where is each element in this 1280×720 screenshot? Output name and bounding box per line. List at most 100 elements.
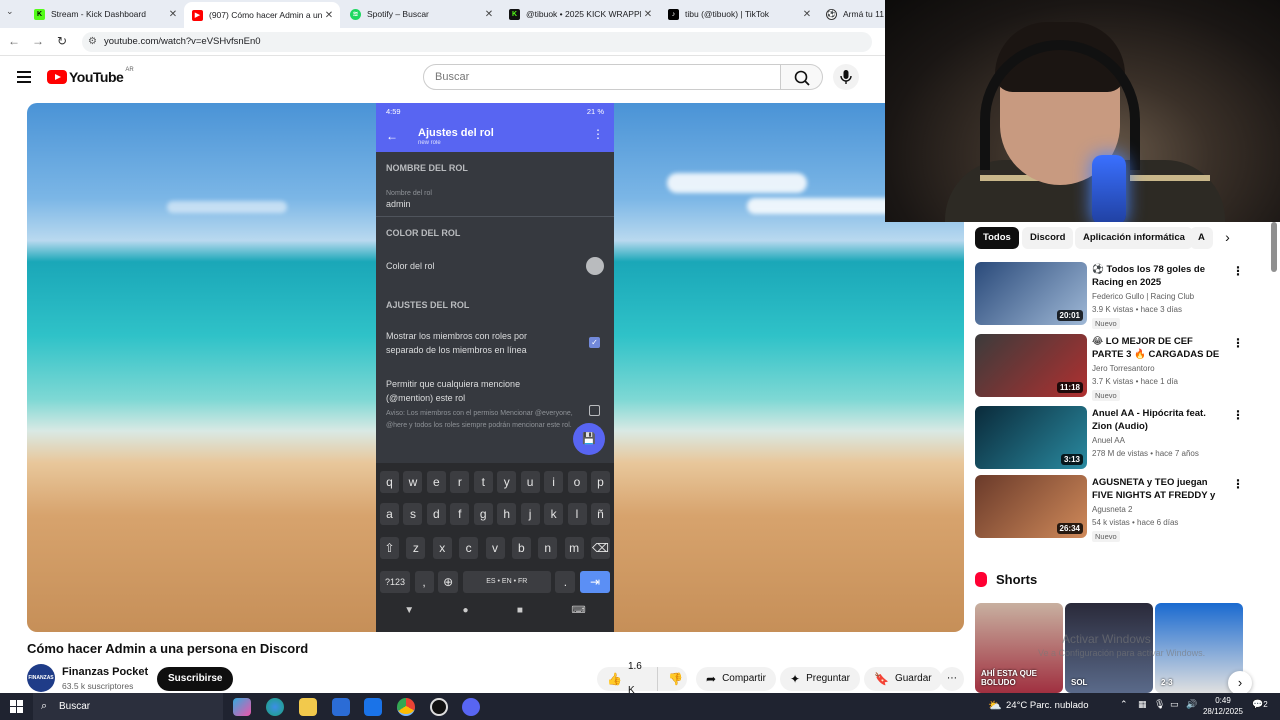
video-thumbnail[interactable]: 3:13 — [975, 406, 1087, 469]
kick-favicon-icon: K — [34, 8, 45, 20]
video-duration: 3:13 — [1060, 454, 1083, 465]
more-vert-icon[interactable]: ⋮ — [1232, 336, 1244, 350]
rec-channel[interactable]: Agusneta 2 — [1092, 505, 1132, 514]
tab-tiktok[interactable]: ♪ tibu (@tibuok) | TikTok ✕ — [660, 3, 818, 25]
rec-channel[interactable]: Jero Torresantoro — [1092, 364, 1155, 373]
video-player[interactable]: 4:59 21 % ← Ajustes del rol new role ⋮ N… — [27, 103, 964, 632]
tab-kick-wrapped[interactable]: K @tibuok • 2025 KICK WRAPPED ✕ — [501, 3, 659, 25]
save-label: Guardar — [894, 673, 932, 684]
clock[interactable]: 0:49 28/12/2025 — [1200, 695, 1246, 717]
recommended-video[interactable]: 20:01 ⚽ Todos los 78 goles de Racing en 2… — [975, 262, 1245, 329]
more-actions-button[interactable]: ⋯ — [940, 667, 964, 691]
more-horiz-icon: ⋯ — [947, 673, 957, 684]
obs-icon[interactable] — [430, 698, 448, 716]
recommended-video[interactable]: 3:13 Anuel AA - Hipócrita feat. Zion (Aud… — [975, 406, 1245, 470]
rec-title[interactable]: ⚽ Todos los 78 goles de Racing en 2025 — [1092, 263, 1222, 289]
video-thumbnail[interactable]: 11:18 — [975, 334, 1087, 397]
edge-icon[interactable] — [266, 698, 284, 716]
tab-list-chevron-icon[interactable]: ⌄ — [6, 6, 14, 17]
save-button[interactable]: 🔖 Guardar — [864, 667, 942, 691]
rec-channel[interactable]: Federico Gullo | Racing Club — [1092, 292, 1194, 301]
bookmark-icon: 🔖 — [874, 672, 889, 686]
close-tab-icon[interactable]: ✕ — [322, 10, 336, 21]
phone-battery: 21 % — [586, 107, 604, 116]
windows-start-icon[interactable] — [10, 700, 23, 713]
subscribe-button[interactable]: Suscribirse — [157, 667, 234, 691]
more-vert-icon[interactable]: ⋮ — [1232, 408, 1244, 422]
key: f — [450, 503, 470, 525]
chrome-icon[interactable] — [397, 698, 415, 716]
key: j — [520, 503, 540, 525]
hamburger-menu-icon[interactable] — [17, 71, 31, 83]
close-tab-icon[interactable]: ✕ — [641, 9, 655, 20]
chip-todos[interactable]: Todos — [975, 227, 1019, 249]
nav-home-icon: ● — [462, 605, 469, 616]
key: ⇧ — [380, 537, 399, 559]
copilot-icon[interactable] — [233, 698, 251, 716]
weather-text[interactable]: 24°C Parc. nublado — [1006, 700, 1089, 711]
channel-name[interactable]: Finanzas Pocket — [62, 666, 148, 678]
role-color-section: COLOR DEL ROL — [386, 228, 461, 238]
reload-icon[interactable]: ↻ — [53, 34, 71, 48]
key: ⌫ — [591, 537, 610, 559]
short-caption: SOL — [1071, 678, 1088, 687]
rec-title[interactable]: AGUSNETA y TEO juegan FIVE NIGHTS AT FRE… — [1092, 476, 1222, 502]
rec-title[interactable]: 😂 LO MEJOR DE CEF PARTE 3 🔥 CARGADAS DE … — [1092, 335, 1222, 361]
checkbox-unchecked-icon — [589, 405, 600, 416]
key: u — [520, 471, 540, 493]
mic-tray-icon[interactable]: 🎙 — [1154, 699, 1165, 710]
url-text: youtube.com/watch?v=eVSHvfsnEn0 — [104, 36, 261, 47]
mail-icon[interactable] — [364, 698, 382, 716]
chip-discord[interactable]: Discord — [1022, 227, 1074, 249]
search-input[interactable]: Buscar — [423, 64, 781, 90]
back-icon[interactable]: ← — [5, 34, 23, 48]
more-vert-icon[interactable]: ⋮ — [1232, 264, 1244, 278]
video-thumbnail[interactable]: 26:34 — [975, 475, 1087, 538]
ask-button[interactable]: ✦ Preguntar — [780, 667, 860, 691]
discord-icon[interactable] — [462, 698, 480, 716]
more-vert-icon[interactable]: ⋮ — [1232, 477, 1244, 491]
page-scrollbar[interactable] — [1271, 222, 1277, 272]
search-button[interactable] — [781, 64, 823, 90]
tab-spotify[interactable]: ≋ Spotify – Buscar ✕ — [342, 3, 500, 25]
chip-app[interactable]: Aplicación informática — [1075, 227, 1193, 249]
tab-kick-dashboard[interactable]: K Stream - Kick Dashboard ✕ — [26, 3, 184, 25]
store-icon[interactable] — [332, 698, 350, 716]
tray-chevron-icon[interactable]: ⌃ — [1120, 699, 1128, 710]
shorts-heading: Shorts — [975, 572, 1037, 587]
youtube-logo[interactable]: YouTube AR — [47, 67, 134, 85]
notification-icon[interactable]: 💬2 — [1252, 699, 1268, 710]
dislike-button[interactable]: 👎 — [657, 667, 687, 691]
close-tab-icon[interactable]: ✕ — [166, 9, 180, 20]
phone-title: Ajustes del rol — [418, 127, 494, 139]
clock-time: 0:49 — [1215, 696, 1231, 705]
site-info-icon[interactable]: ⚙ — [88, 32, 97, 52]
chip-more[interactable]: A — [1190, 227, 1213, 249]
video-thumbnail[interactable]: 20:01 — [975, 262, 1087, 325]
key: o — [567, 471, 587, 493]
recommended-video[interactable]: 11:18 😂 LO MEJOR DE CEF PARTE 3 🔥 CARGADA… — [975, 334, 1245, 401]
volume-icon[interactable]: 🔊 — [1186, 699, 1197, 710]
share-button[interactable]: ➦ Compartir — [696, 667, 776, 691]
rec-channel[interactable]: Anuel AA — [1092, 436, 1125, 445]
chevron-right-icon[interactable]: › — [1220, 229, 1235, 245]
url-field[interactable]: ⚙ youtube.com/watch?v=eVSHvfsnEn0 — [82, 32, 872, 52]
tab-arma-tu-11[interactable]: ⚽ Armá tu 11 — [818, 3, 885, 25]
taskbar-search[interactable]: ⌕ Buscar — [33, 693, 223, 720]
channel-avatar[interactable]: FINANZAS POCKET — [27, 664, 55, 709]
tab-youtube-video[interactable]: ▶ (907) Cómo hacer Admin a una ✕ — [184, 2, 340, 28]
close-tab-icon[interactable]: ✕ — [800, 9, 814, 20]
close-tab-icon[interactable]: ✕ — [482, 9, 496, 20]
browser-tab-bar: ⌄ K Stream - Kick Dashboard ✕ ▶ (907) Có… — [0, 0, 885, 28]
like-button[interactable]: 👍 1.6 K — [597, 661, 657, 696]
voice-search-button[interactable] — [833, 64, 859, 90]
wifi-icon[interactable]: ▭ — [1170, 699, 1179, 710]
recommended-video[interactable]: 26:34 AGUSNETA y TEO juegan FIVE NIGHTS A… — [975, 475, 1245, 542]
shorts-next-icon[interactable]: › — [1228, 671, 1252, 695]
network-icon[interactable]: ▦ — [1138, 699, 1147, 710]
key: a — [380, 503, 399, 525]
file-explorer-icon[interactable] — [299, 698, 317, 716]
forward-icon[interactable]: → — [29, 34, 47, 48]
key: l — [567, 503, 587, 525]
rec-title[interactable]: Anuel AA - Hipócrita feat. Zion (Audio) — [1092, 407, 1222, 433]
